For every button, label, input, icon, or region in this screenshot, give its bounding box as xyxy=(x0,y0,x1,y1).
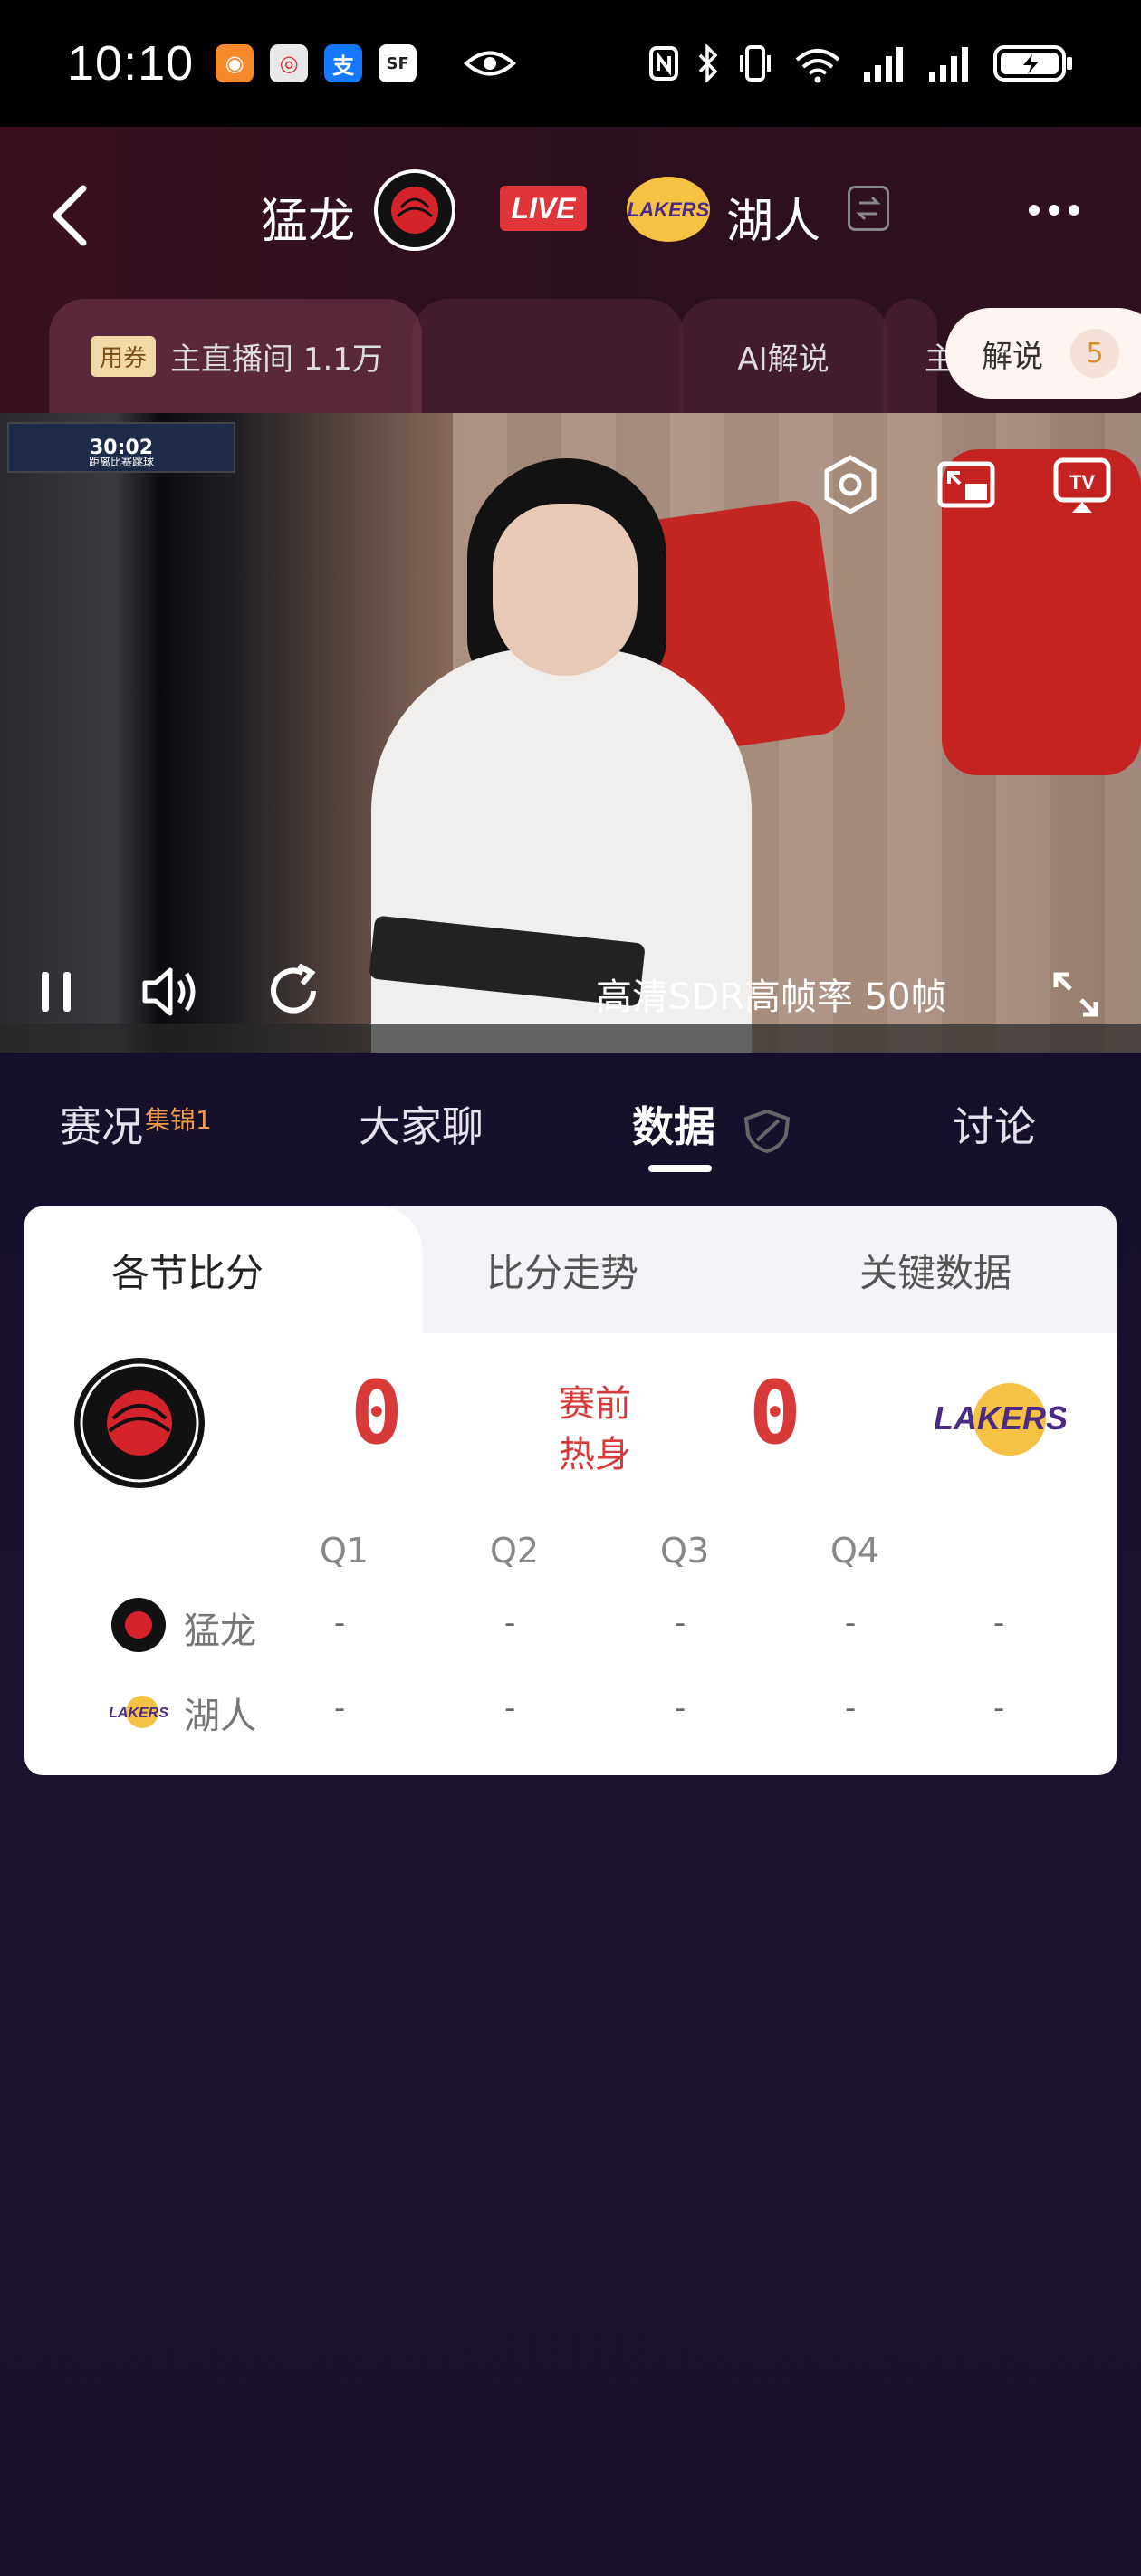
table-cell: - xyxy=(845,1690,857,1726)
home-score: 0 xyxy=(350,1362,403,1464)
quarter-header-q1: Q1 xyxy=(320,1531,369,1571)
quarter-header-q2: Q2 xyxy=(490,1531,540,1571)
app-icon-1: ◉ xyxy=(216,44,254,82)
battery-charging-icon xyxy=(993,45,1072,82)
room-tab-ai[interactable]: AI解说 xyxy=(679,299,887,413)
table-cell: - xyxy=(334,1690,346,1726)
away-score: 0 xyxy=(749,1362,801,1464)
table-cell: - xyxy=(675,1605,686,1641)
video-ticker xyxy=(0,1024,1141,1053)
status-time: 10:10 xyxy=(67,36,195,91)
highlights-badge: 集锦1 xyxy=(145,1105,212,1135)
room-tab-partial[interactable]: 主 xyxy=(883,299,955,413)
tab-key-stats[interactable]: 关键数据 xyxy=(859,1243,1012,1298)
signal-icon xyxy=(864,47,903,82)
table-cell-total: - xyxy=(993,1605,1005,1641)
home-team-name[interactable]: 猛龙 xyxy=(261,183,355,251)
svg-text:LAKERS: LAKERS xyxy=(110,1706,168,1721)
content-tabs: 赛况集锦1 大家聊 数据 讨论 xyxy=(0,1053,1141,1206)
bluetooth-icon xyxy=(698,44,718,82)
commentary-count: 5 xyxy=(1070,329,1119,378)
live-badge: LIVE xyxy=(500,186,587,231)
more-options-icon[interactable] xyxy=(1029,205,1079,216)
table-cell: - xyxy=(334,1605,346,1641)
nfc-icon xyxy=(649,46,678,81)
status-bar: 10:10 ◉ ◎ 支 SF xyxy=(0,0,1141,127)
raptors-logo[interactable] xyxy=(374,169,455,251)
shield-icon xyxy=(743,1109,791,1153)
quarter-header-q4: Q4 xyxy=(830,1531,880,1571)
raptors-logo-large xyxy=(74,1358,205,1488)
weibo-icon: ◎ xyxy=(270,44,309,82)
eye-icon xyxy=(464,51,517,76)
room-tab-main[interactable]: 用券 主直播间 1.1万 xyxy=(49,299,422,413)
quarter-header-q3: Q3 xyxy=(660,1531,710,1571)
notification-icons: ◉ ◎ 支 SF xyxy=(216,44,417,82)
table-cell-total: - xyxy=(993,1690,1005,1726)
svg-text:LAKERS: LAKERS xyxy=(628,198,710,221)
row-team-name: 湖人 xyxy=(184,1696,256,1737)
coupon-badge[interactable]: 用券 xyxy=(91,335,157,377)
table-cell: - xyxy=(675,1690,686,1726)
svg-text:TV: TV xyxy=(1069,471,1095,494)
alipay-icon: 支 xyxy=(324,44,363,82)
tab-score-trend[interactable]: 比分走势 xyxy=(486,1243,638,1298)
room-tab-2[interactable] xyxy=(412,299,684,413)
volume-icon[interactable] xyxy=(139,965,203,1019)
tab-discussion[interactable]: 讨论 xyxy=(953,1094,1036,1154)
back-arrow-icon[interactable] xyxy=(47,179,91,252)
switch-team-icon[interactable] xyxy=(848,186,889,231)
lakers-logo-large: LAKERS xyxy=(935,1383,1066,1456)
row-team-name: 猛龙 xyxy=(184,1610,256,1652)
tab-data[interactable]: 数据 xyxy=(632,1094,793,1154)
tab-chat[interactable]: 大家聊 xyxy=(359,1094,484,1154)
svg-text:LAKERS: LAKERS xyxy=(935,1399,1066,1437)
picture-in-picture-icon[interactable] xyxy=(935,453,998,516)
signal-icon-2 xyxy=(929,47,968,82)
sf-express-icon: SF xyxy=(379,44,417,82)
table-cell: - xyxy=(504,1690,516,1726)
fullscreen-icon[interactable] xyxy=(1050,969,1101,1020)
tab-quarter-scores[interactable]: 各节比分 xyxy=(111,1243,264,1298)
commentary-button[interactable]: 解说 5 xyxy=(945,308,1141,399)
wifi-6-icon xyxy=(795,49,840,83)
settings-icon[interactable] xyxy=(819,453,882,516)
video-player[interactable]: 30:02 距离比赛跳球 TV 高清SDR高帧率 50帧 xyxy=(0,413,1141,1053)
match-header: 猛龙 LIVE LAKERS 湖人 AI解说 主 用券 主直播间 1.1万 解说… xyxy=(0,127,1141,417)
tv-cast-icon[interactable]: TV xyxy=(1050,453,1114,516)
away-team-name[interactable]: 湖人 xyxy=(726,183,820,251)
game-status: 赛前 热身 xyxy=(559,1383,631,1475)
video-scorebug: 30:02 距离比赛跳球 xyxy=(7,422,235,473)
refresh-icon[interactable] xyxy=(266,964,322,1020)
main-room-label: 主直播间 1.1万 xyxy=(170,341,383,378)
scoreboard-card: 各节比分 比分走势 关键数据 0 赛前 热身 0 LAKERS Q1 Q2 Q3… xyxy=(24,1206,1117,1775)
quality-selector[interactable]: 高清SDR高帧率 50帧 xyxy=(596,967,947,1020)
lakers-logo-header[interactable]: LAKERS xyxy=(627,177,710,242)
commentary-label: 解说 xyxy=(982,338,1043,375)
active-tab-indicator xyxy=(648,1165,712,1172)
table-cell: - xyxy=(504,1605,516,1641)
vibrate-icon xyxy=(740,45,771,82)
pause-icon[interactable] xyxy=(36,966,76,1017)
table-cell: - xyxy=(845,1605,857,1641)
tab-game-status[interactable]: 赛况集锦1 xyxy=(60,1094,212,1154)
raptors-logo-small xyxy=(111,1598,166,1652)
room-tabs: AI解说 主 用券 主直播间 1.1万 解说 5 xyxy=(0,299,1141,413)
lakers-logo-small: LAKERS xyxy=(110,1696,168,1728)
scoreboard-tabs: 各节比分 比分走势 关键数据 xyxy=(24,1206,1117,1333)
